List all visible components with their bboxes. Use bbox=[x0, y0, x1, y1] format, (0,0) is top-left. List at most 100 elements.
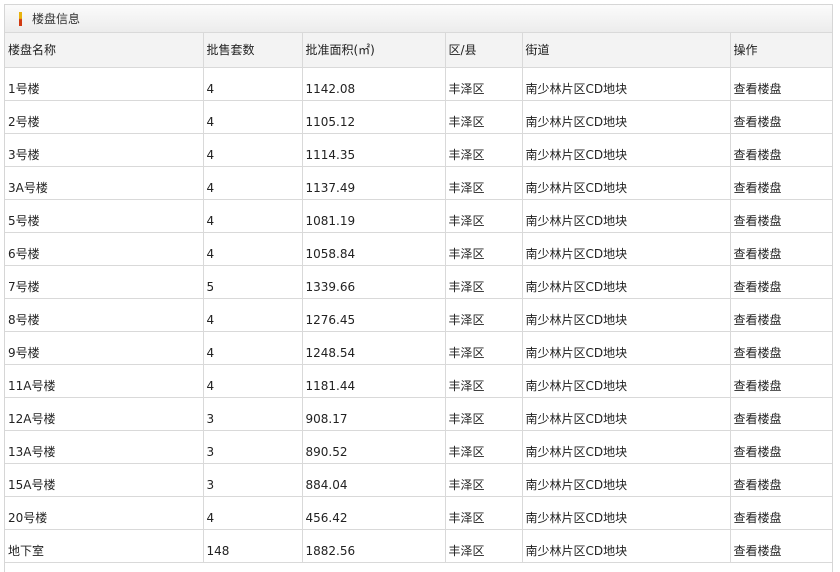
area-cell: 1114.35 bbox=[302, 133, 446, 167]
building-name-cell: 6号楼 bbox=[5, 232, 204, 266]
view-building-cell: 查看楼盘 bbox=[730, 529, 832, 563]
building-name-cell: 12A号楼 bbox=[5, 397, 204, 431]
view-building-link[interactable]: 查看楼盘 bbox=[734, 280, 782, 294]
units-cell: 4 bbox=[203, 67, 303, 101]
units-cell: 4 bbox=[203, 364, 303, 398]
area-cell: 1058.84 bbox=[302, 232, 446, 266]
district-cell: 丰泽区 bbox=[445, 199, 523, 233]
street-cell: 南少林片区CD地块 bbox=[522, 199, 731, 233]
street-cell: 南少林片区CD地块 bbox=[522, 166, 731, 200]
view-building-link[interactable]: 查看楼盘 bbox=[734, 544, 782, 558]
view-building-cell: 查看楼盘 bbox=[730, 430, 832, 464]
table-row: 7号楼 5 1339.66 丰泽区 南少林片区CD地块 查看楼盘 bbox=[5, 265, 832, 299]
view-building-cell: 查看楼盘 bbox=[730, 364, 832, 398]
table-row: 5号楼 4 1081.19 丰泽区 南少林片区CD地块 查看楼盘 bbox=[5, 199, 832, 233]
units-cell: 5 bbox=[203, 265, 303, 299]
header-marker-icon bbox=[19, 12, 22, 26]
table-row: 15A号楼 3 884.04 丰泽区 南少林片区CD地块 查看楼盘 bbox=[5, 463, 832, 497]
view-building-link[interactable]: 查看楼盘 bbox=[734, 478, 782, 492]
street-cell: 南少林片区CD地块 bbox=[522, 364, 731, 398]
street-cell: 南少林片区CD地块 bbox=[522, 430, 731, 464]
units-cell: 3 bbox=[203, 430, 303, 464]
panel-header: 楼盘信息 bbox=[5, 5, 832, 33]
district-cell: 丰泽区 bbox=[445, 166, 523, 200]
building-name-cell: 8号楼 bbox=[5, 298, 204, 332]
column-header-area: 批准面积(㎡) bbox=[302, 33, 446, 68]
area-cell: 1142.08 bbox=[302, 67, 446, 101]
view-building-link[interactable]: 查看楼盘 bbox=[734, 412, 782, 426]
district-cell: 丰泽区 bbox=[445, 463, 523, 497]
building-name-cell: 9号楼 bbox=[5, 331, 204, 365]
district-cell: 丰泽区 bbox=[445, 298, 523, 332]
table-row: 3号楼 4 1114.35 丰泽区 南少林片区CD地块 查看楼盘 bbox=[5, 133, 832, 167]
view-building-link[interactable]: 查看楼盘 bbox=[734, 181, 782, 195]
table-header-row: 楼盘名称 批售套数 批准面积(㎡) 区/县 街道 操作 bbox=[5, 33, 832, 68]
units-cell: 4 bbox=[203, 166, 303, 200]
street-cell: 南少林片区CD地块 bbox=[522, 529, 731, 563]
column-header-street: 街道 bbox=[522, 33, 731, 68]
column-header-action: 操作 bbox=[730, 33, 832, 68]
building-table: 楼盘名称 批售套数 批准面积(㎡) 区/县 街道 操作 1号楼 4 1142.08 丰… bbox=[5, 33, 832, 563]
district-cell: 丰泽区 bbox=[445, 133, 523, 167]
table-row: 12A号楼 3 908.17 丰泽区 南少林片区CD地块 查看楼盘 bbox=[5, 397, 832, 431]
column-header-units: 批售套数 bbox=[203, 33, 303, 68]
units-cell: 4 bbox=[203, 133, 303, 167]
view-building-cell: 查看楼盘 bbox=[730, 67, 832, 101]
units-cell: 148 bbox=[203, 529, 303, 563]
view-building-link[interactable]: 查看楼盘 bbox=[734, 82, 782, 96]
table-row: 8号楼 4 1276.45 丰泽区 南少林片区CD地块 查看楼盘 bbox=[5, 298, 832, 332]
table-row: 3A号楼 4 1137.49 丰泽区 南少林片区CD地块 查看楼盘 bbox=[5, 166, 832, 200]
district-cell: 丰泽区 bbox=[445, 100, 523, 134]
table-row: 13A号楼 3 890.52 丰泽区 南少林片区CD地块 查看楼盘 bbox=[5, 430, 832, 464]
view-building-cell: 查看楼盘 bbox=[730, 100, 832, 134]
building-name-cell: 13A号楼 bbox=[5, 430, 204, 464]
district-cell: 丰泽区 bbox=[445, 529, 523, 563]
view-building-link[interactable]: 查看楼盘 bbox=[734, 247, 782, 261]
area-cell: 1248.54 bbox=[302, 331, 446, 365]
table-row: 6号楼 4 1058.84 丰泽区 南少林片区CD地块 查看楼盘 bbox=[5, 232, 832, 266]
units-cell: 3 bbox=[203, 463, 303, 497]
view-building-cell: 查看楼盘 bbox=[730, 199, 832, 233]
view-building-link[interactable]: 查看楼盘 bbox=[734, 511, 782, 525]
street-cell: 南少林片区CD地块 bbox=[522, 496, 731, 530]
district-cell: 丰泽区 bbox=[445, 496, 523, 530]
view-building-link[interactable]: 查看楼盘 bbox=[734, 379, 782, 393]
building-name-cell: 3号楼 bbox=[5, 133, 204, 167]
view-building-cell: 查看楼盘 bbox=[730, 397, 832, 431]
view-building-link[interactable]: 查看楼盘 bbox=[734, 148, 782, 162]
view-building-cell: 查看楼盘 bbox=[730, 265, 832, 299]
street-cell: 南少林片区CD地块 bbox=[522, 265, 731, 299]
units-cell: 4 bbox=[203, 298, 303, 332]
table-row: 地下室 148 1882.56 丰泽区 南少林片区CD地块 查看楼盘 bbox=[5, 529, 832, 563]
building-name-cell: 7号楼 bbox=[5, 265, 204, 299]
view-building-link[interactable]: 查看楼盘 bbox=[734, 313, 782, 327]
area-cell: 1276.45 bbox=[302, 298, 446, 332]
panel-title: 楼盘信息 bbox=[32, 12, 81, 26]
table-row: 20号楼 4 456.42 丰泽区 南少林片区CD地块 查看楼盘 bbox=[5, 496, 832, 530]
building-name-cell: 11A号楼 bbox=[5, 364, 204, 398]
units-cell: 4 bbox=[203, 232, 303, 266]
area-cell: 884.04 bbox=[302, 463, 446, 497]
area-cell: 1105.12 bbox=[302, 100, 446, 134]
area-cell: 456.42 bbox=[302, 496, 446, 530]
building-name-cell: 地下室 bbox=[5, 529, 204, 563]
area-cell: 908.17 bbox=[302, 397, 446, 431]
street-cell: 南少林片区CD地块 bbox=[522, 100, 731, 134]
area-cell: 1339.66 bbox=[302, 265, 446, 299]
table-row: 11A号楼 4 1181.44 丰泽区 南少林片区CD地块 查看楼盘 bbox=[5, 364, 832, 398]
district-cell: 丰泽区 bbox=[445, 331, 523, 365]
view-building-link[interactable]: 查看楼盘 bbox=[734, 346, 782, 360]
street-cell: 南少林片区CD地块 bbox=[522, 232, 731, 266]
view-building-link[interactable]: 查看楼盘 bbox=[734, 445, 782, 459]
street-cell: 南少林片区CD地块 bbox=[522, 298, 731, 332]
street-cell: 南少林片区CD地块 bbox=[522, 463, 731, 497]
building-name-cell: 1号楼 bbox=[5, 67, 204, 101]
building-name-cell: 15A号楼 bbox=[5, 463, 204, 497]
street-cell: 南少林片区CD地块 bbox=[522, 331, 731, 365]
view-building-link[interactable]: 查看楼盘 bbox=[734, 214, 782, 228]
district-cell: 丰泽区 bbox=[445, 265, 523, 299]
view-building-link[interactable]: 查看楼盘 bbox=[734, 115, 782, 129]
view-building-cell: 查看楼盘 bbox=[730, 133, 832, 167]
table-body: 1号楼 4 1142.08 丰泽区 南少林片区CD地块 查看楼盘 2号楼 4 1105.12 丰泽… bbox=[5, 67, 832, 563]
street-cell: 南少林片区CD地块 bbox=[522, 67, 731, 101]
